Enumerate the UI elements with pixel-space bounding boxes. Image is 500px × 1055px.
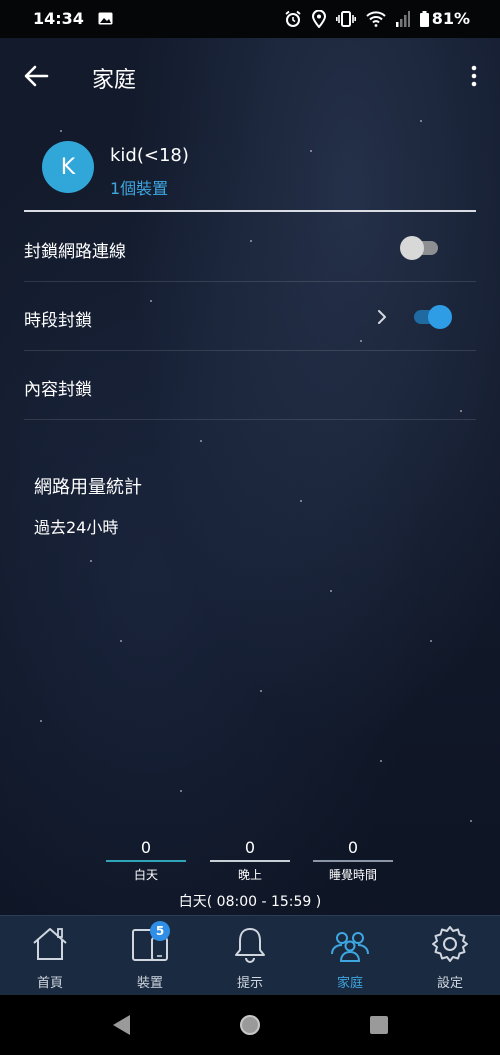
page-title: 家庭	[92, 68, 137, 93]
family-screen: 14:34 81% 家庭 K kid(<18) 1個裝置 封鎖網路連線 時段封鎖…	[0, 0, 500, 1055]
bottom-nav: 首頁 5 裝置 提示 家庭 設定	[0, 915, 500, 996]
stat-sleep: 0 睡覺時間	[313, 838, 393, 883]
image-icon	[98, 12, 113, 25]
stat-daytime: 0 白天	[106, 838, 186, 883]
stat-value: 0	[347, 838, 359, 857]
nav-label: 首頁	[36, 976, 63, 991]
alarm-icon	[285, 10, 301, 27]
stat-line	[210, 860, 290, 862]
more-vert-icon[interactable]	[468, 62, 480, 90]
vibrate-icon	[335, 10, 356, 27]
nav-item-alerts[interactable]: 提示	[200, 916, 300, 996]
avatar[interactable]: K	[42, 141, 94, 193]
stat-line	[106, 860, 186, 862]
device-count-badge: 5	[150, 921, 170, 941]
time-block-toggle[interactable]	[412, 304, 452, 329]
location-icon	[311, 9, 326, 28]
setting-row-content-block[interactable]: 內容封鎖	[24, 351, 476, 420]
chevron-right-icon[interactable]	[376, 308, 388, 326]
setting-label: 內容封鎖	[24, 380, 92, 400]
nav-item-family[interactable]: 家庭	[300, 916, 400, 996]
stat-night: 0 晚上	[210, 838, 290, 883]
profile-device-count[interactable]: 1個裝置	[110, 175, 168, 199]
stat-label: 晚上	[237, 868, 262, 882]
nav-item-home[interactable]: 首頁	[0, 916, 100, 996]
status-bar: 14:34 81%	[0, 0, 500, 38]
home-icon	[33, 928, 67, 960]
back-arrow-icon[interactable]	[22, 62, 50, 90]
setting-label: 封鎖網路連線	[24, 242, 126, 262]
back-triangle-icon[interactable]	[110, 1013, 132, 1037]
battery-percent: 81%	[431, 9, 470, 28]
stat-value: 0	[140, 838, 152, 857]
nav-item-settings[interactable]: 設定	[400, 916, 500, 996]
stats-range: 過去24小時	[34, 518, 119, 537]
nav-label: 提示	[236, 976, 263, 991]
time-range-label: 白天( 08:00 - 15:59 )	[178, 894, 322, 910]
battery-icon	[419, 10, 429, 27]
recents-square-icon[interactable]	[368, 1013, 390, 1037]
wifi-icon	[366, 10, 386, 27]
gear-icon	[432, 926, 468, 962]
stat-value: 0	[244, 838, 256, 857]
profile-name[interactable]: kid(<18)	[110, 145, 189, 166]
bell-icon	[235, 928, 265, 963]
signal-icon	[395, 10, 410, 27]
stat-label: 睡覺時間	[328, 868, 377, 882]
setting-row-time-block[interactable]: 時段封鎖	[24, 282, 476, 351]
profile-divider	[24, 210, 476, 212]
status-time: 14:34	[33, 9, 84, 28]
setting-label: 時段封鎖	[24, 311, 92, 331]
stats-title: 網路用量統計	[34, 477, 142, 498]
stat-label: 白天	[133, 868, 158, 882]
nav-label: 設定	[436, 976, 463, 991]
nav-item-devices[interactable]: 5 裝置	[100, 916, 200, 996]
home-circle-icon[interactable]	[238, 1013, 262, 1037]
stat-line	[313, 860, 393, 862]
setting-row-block-network[interactable]: 封鎖網路連線	[24, 213, 476, 282]
app-bar: 家庭	[0, 38, 500, 116]
nav-label: 家庭	[336, 976, 363, 991]
nav-label: 裝置	[136, 976, 163, 991]
family-icon	[331, 932, 369, 962]
system-nav-bar	[0, 995, 500, 1055]
block-network-toggle[interactable]	[400, 235, 440, 260]
